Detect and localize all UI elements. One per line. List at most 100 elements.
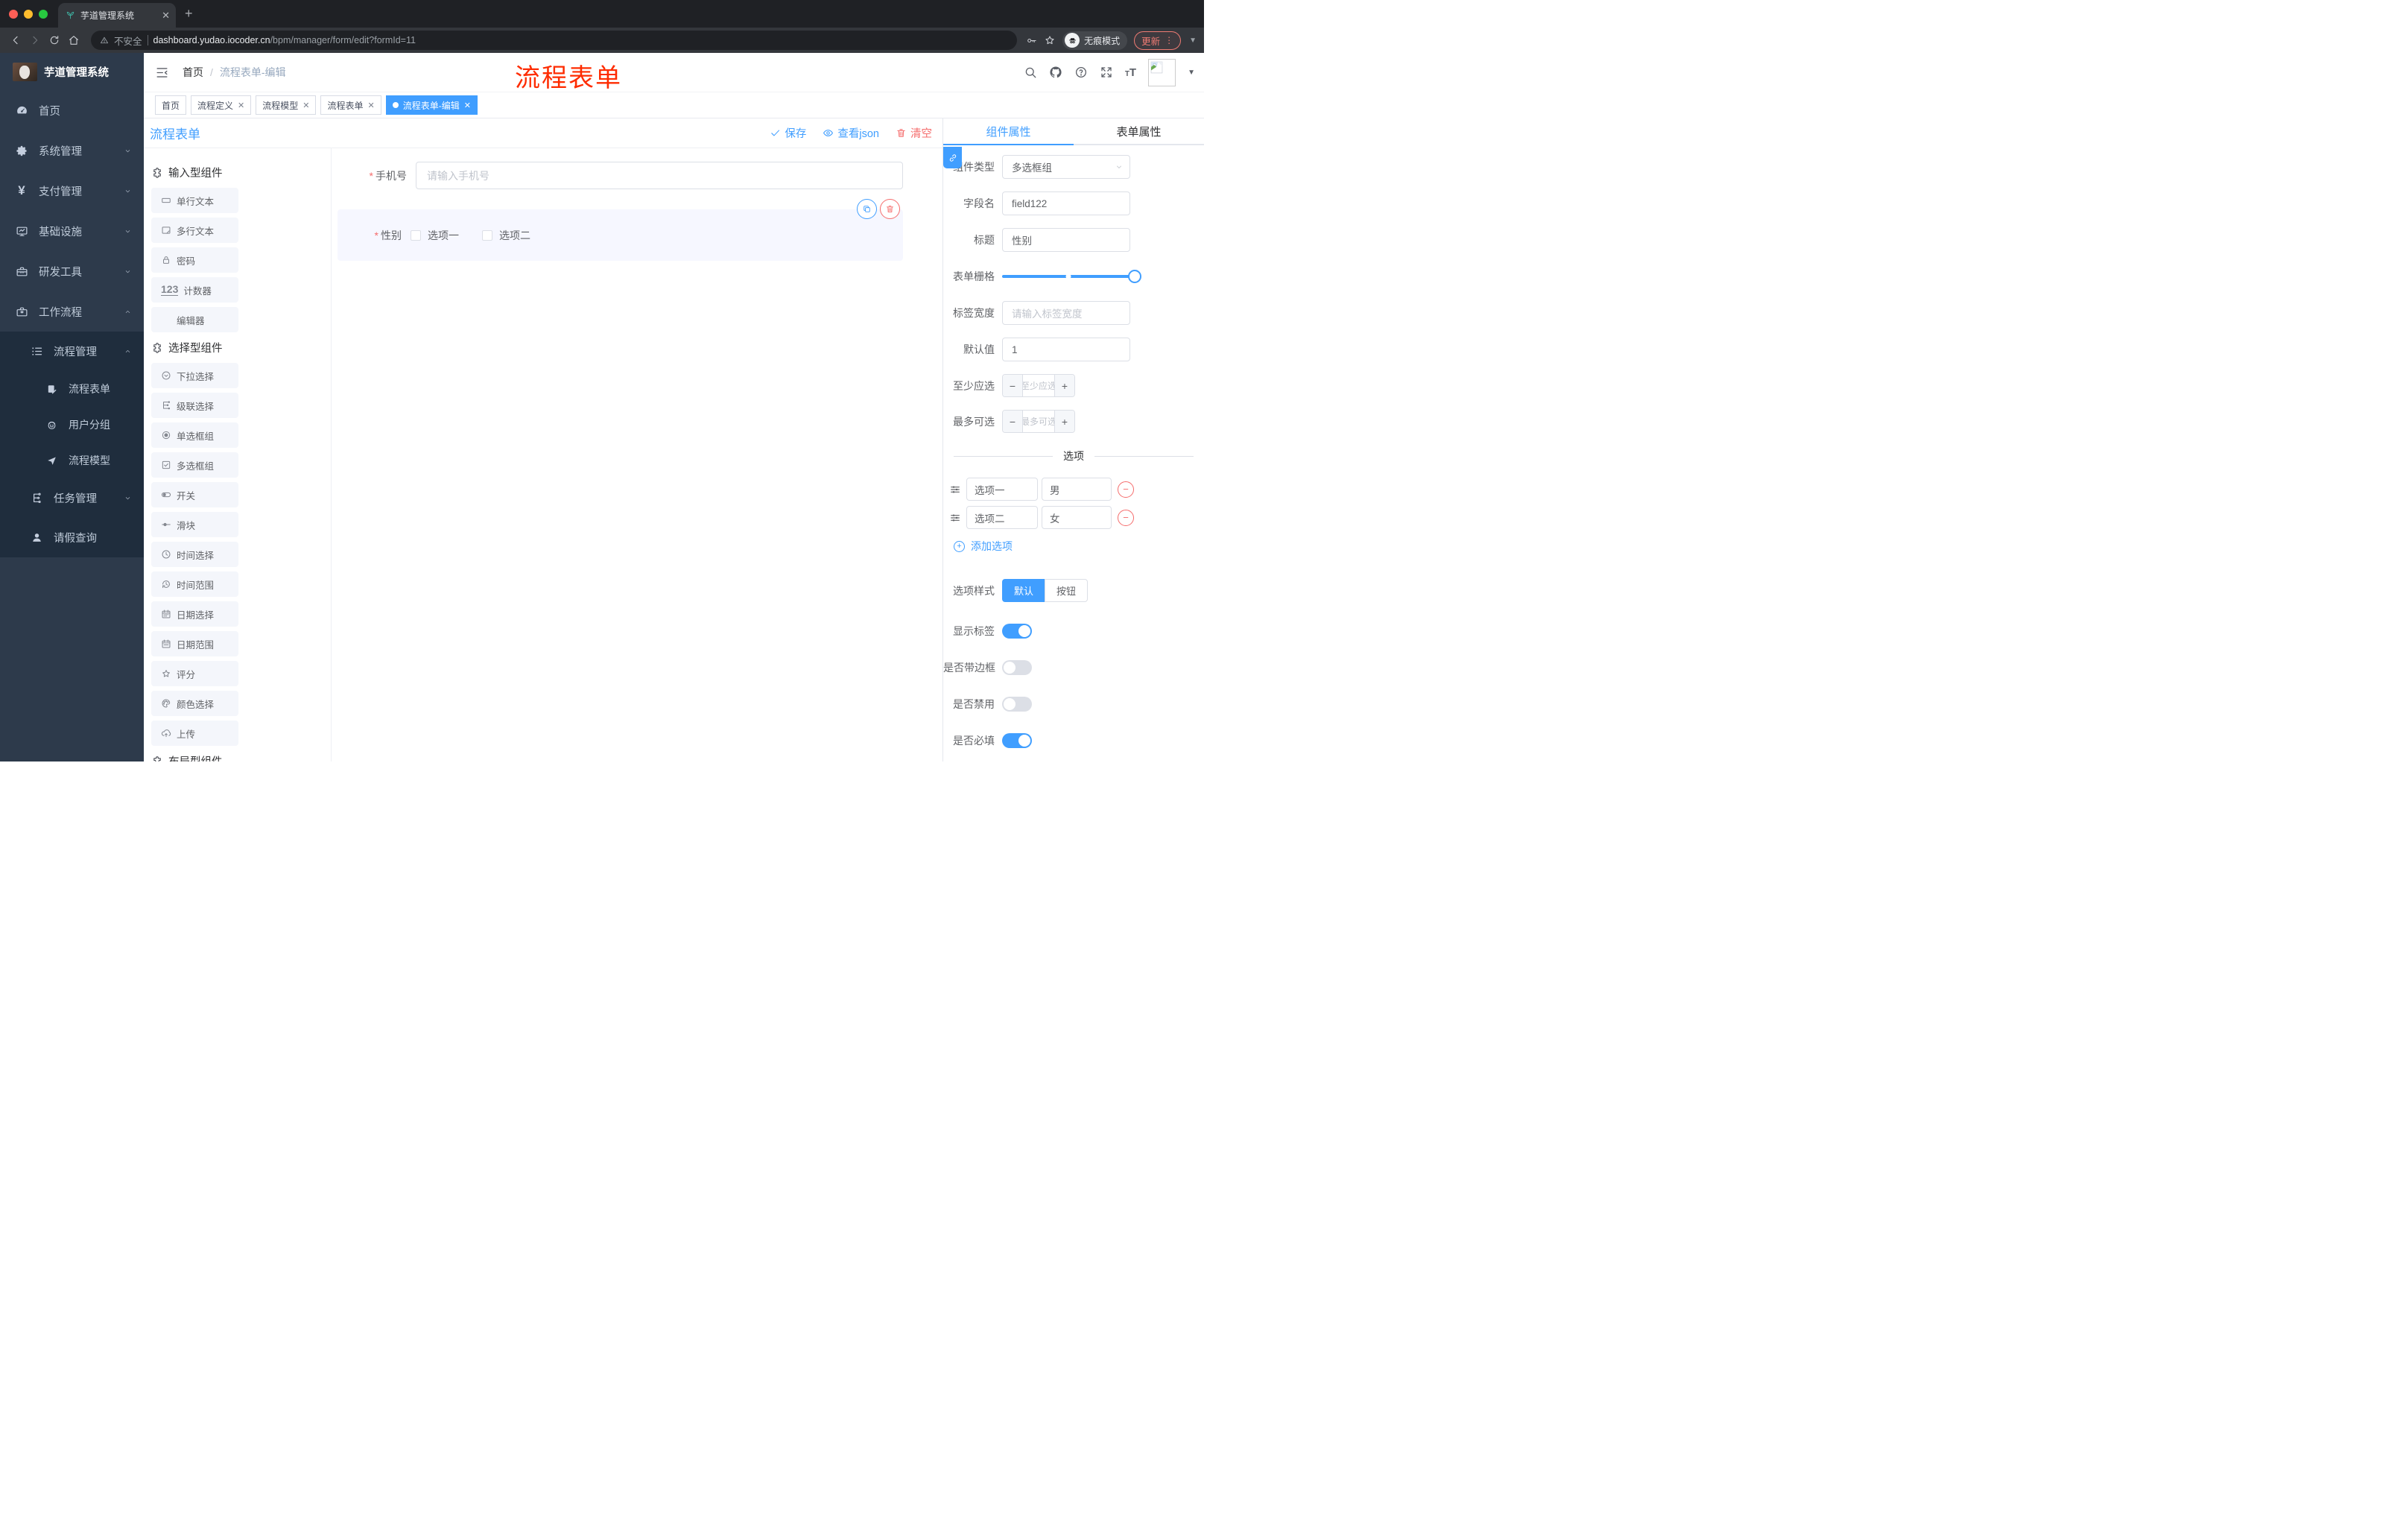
checkbox-box-icon[interactable] bbox=[482, 229, 492, 241]
chrome-caret-icon[interactable]: ▼ bbox=[1189, 37, 1197, 45]
new-tab-button[interactable]: + bbox=[185, 6, 193, 22]
stepper-minus-button[interactable]: − bbox=[1003, 411, 1023, 432]
tag-tab-流程定义[interactable]: 流程定义 ✕ bbox=[191, 95, 252, 115]
gender-checkbox-选项二[interactable]: 选项二 bbox=[482, 228, 530, 243]
drag-handle-icon[interactable] bbox=[948, 484, 963, 495]
address-bar[interactable]: 不安全 dashboard.yudao.iocoder.cn/bpm/manag… bbox=[91, 31, 1018, 50]
sidebar-item-支付管理[interactable]: ¥ 支付管理 bbox=[0, 171, 144, 211]
sidebar-item-工作流程[interactable]: 工作流程 bbox=[0, 291, 144, 332]
font-size-icon[interactable]: TT bbox=[1125, 66, 1136, 79]
tag-tab-首页[interactable]: 首页 bbox=[155, 95, 187, 115]
max-select-input[interactable]: 最多可选 bbox=[1023, 411, 1054, 432]
gender-checkbox-选项一[interactable]: 选项一 bbox=[411, 228, 459, 243]
tab-close-icon[interactable]: ✕ bbox=[162, 10, 170, 22]
component-type-select[interactable]: 多选框组 bbox=[1002, 155, 1130, 179]
avatar-caret-icon[interactable]: ▼ bbox=[1188, 69, 1195, 77]
palette-item-计数器[interactable]: 123 计数器 bbox=[151, 277, 238, 303]
palette-item-级联选择[interactable]: 级联选择 bbox=[151, 393, 238, 418]
search-icon[interactable] bbox=[1024, 66, 1037, 79]
palette-item-下拉选择[interactable]: 下拉选择 bbox=[151, 363, 238, 388]
palette-item-时间选择[interactable]: 时间选择 bbox=[151, 542, 238, 567]
save-button[interactable]: 保存 bbox=[770, 125, 806, 141]
props-tab-表单属性[interactable]: 表单属性 bbox=[1074, 118, 1204, 144]
palette-item-时间范围[interactable]: 时间范围 bbox=[151, 571, 238, 597]
minimize-window-button[interactable] bbox=[24, 10, 33, 19]
sidebar-item-首页[interactable]: 首页 bbox=[0, 90, 144, 130]
browser-tab[interactable]: 芋道管理系统 ✕ bbox=[58, 3, 176, 28]
option-style-按钮[interactable]: 按钮 bbox=[1045, 579, 1089, 602]
min-select-input[interactable]: 至少应选 bbox=[1023, 375, 1054, 396]
add-option-button[interactable]: + 添加选项 bbox=[954, 539, 1204, 554]
canvas-field-phone[interactable]: 手机号 请输入手机号 bbox=[338, 162, 903, 189]
palette-item-颜色选择[interactable]: 颜色选择 bbox=[151, 691, 238, 716]
slider-handle[interactable] bbox=[1128, 270, 1141, 283]
tag-tab-流程表单-编辑[interactable]: 流程表单-编辑 ✕ bbox=[385, 95, 478, 115]
palette-item-日期范围[interactable]: 日期范围 bbox=[151, 631, 238, 656]
sidebar-item-请假查询[interactable]: 请假查询 bbox=[0, 518, 144, 557]
checkbox-box-icon[interactable] bbox=[411, 229, 421, 241]
sidebar-item-流程模型[interactable]: 流程模型 bbox=[0, 443, 144, 478]
tag-tab-流程模型[interactable]: 流程模型 ✕ bbox=[256, 95, 317, 115]
tag-close-icon[interactable]: ✕ bbox=[464, 101, 471, 110]
form-grid-slider[interactable] bbox=[1002, 270, 1141, 283]
toggle-switch-是否必填[interactable] bbox=[1002, 733, 1032, 748]
remove-option-button[interactable]: − bbox=[1118, 509, 1134, 526]
help-icon[interactable] bbox=[1074, 66, 1088, 79]
option-value-input[interactable]: 女 bbox=[1042, 506, 1112, 529]
update-button[interactable]: 更新 ⋮ bbox=[1134, 31, 1182, 50]
default-value-input[interactable]: 1 bbox=[1002, 338, 1130, 361]
remove-option-button[interactable]: − bbox=[1118, 481, 1134, 498]
palette-item-多选框组[interactable]: 多选框组 bbox=[151, 452, 238, 478]
option-style-默认[interactable]: 默认 bbox=[1002, 579, 1045, 602]
option-value-input[interactable]: 男 bbox=[1042, 478, 1112, 501]
tag-close-icon[interactable]: ✕ bbox=[368, 101, 375, 110]
close-window-button[interactable] bbox=[9, 10, 18, 19]
props-tab-组件属性[interactable]: 组件属性 bbox=[943, 118, 1074, 145]
tag-tab-流程表单[interactable]: 流程表单 ✕ bbox=[320, 95, 381, 115]
title-input[interactable]: 性别 bbox=[1002, 228, 1130, 252]
option-label-input[interactable]: 选项一 bbox=[966, 478, 1038, 501]
password-key-icon[interactable] bbox=[1026, 35, 1037, 46]
field-name-input[interactable]: field122 bbox=[1002, 191, 1130, 215]
palette-item-编辑器[interactable]: 编辑器 bbox=[151, 307, 238, 332]
stepper-minus-button[interactable]: − bbox=[1003, 375, 1023, 396]
stepper-plus-button[interactable]: + bbox=[1054, 375, 1074, 396]
back-icon[interactable] bbox=[7, 32, 24, 48]
palette-item-滑块[interactable]: 滑块 bbox=[151, 512, 238, 537]
collapse-menu-icon[interactable] bbox=[155, 66, 169, 80]
reload-icon[interactable] bbox=[46, 32, 63, 48]
forward-icon[interactable] bbox=[27, 32, 43, 48]
home-icon[interactable] bbox=[66, 32, 82, 48]
delete-component-button[interactable] bbox=[880, 199, 900, 219]
palette-item-日期选择[interactable]: 日期选择 bbox=[151, 601, 238, 627]
palette-item-单行文本[interactable]: 单行文本 bbox=[151, 188, 238, 213]
sidebar-item-任务管理[interactable]: 任务管理 bbox=[0, 478, 144, 518]
clear-button[interactable]: 清空 bbox=[896, 125, 932, 141]
sidebar-item-研发工具[interactable]: 研发工具 bbox=[0, 251, 144, 291]
bookmark-star-icon[interactable] bbox=[1044, 34, 1056, 46]
fullscreen-icon[interactable] bbox=[1100, 66, 1113, 79]
drag-handle-icon[interactable] bbox=[948, 512, 963, 524]
breadcrumb-home[interactable]: 首页 bbox=[183, 65, 203, 80]
toggle-switch-是否带边框[interactable] bbox=[1002, 660, 1032, 675]
toggle-switch-显示标签[interactable] bbox=[1002, 624, 1032, 639]
view-json-button[interactable]: 查看json bbox=[823, 125, 879, 141]
tag-close-icon[interactable]: ✕ bbox=[302, 101, 309, 110]
palette-item-密码[interactable]: 密码 bbox=[151, 247, 238, 273]
maximize-window-button[interactable] bbox=[39, 10, 48, 19]
sidebar-item-基础设施[interactable]: 基础设施 bbox=[0, 211, 144, 251]
palette-item-多行文本[interactable]: 多行文本 bbox=[151, 218, 238, 243]
sidebar-item-流程管理[interactable]: 流程管理 bbox=[0, 332, 144, 371]
canvas-field-gender-selected[interactable]: 性别 选项一 选项二 bbox=[338, 199, 903, 261]
github-icon[interactable] bbox=[1049, 66, 1062, 79]
link-icon[interactable] bbox=[943, 147, 962, 168]
palette-item-单选框组[interactable]: 单选框组 bbox=[151, 422, 238, 448]
sidebar-item-用户分组[interactable]: 用户分组 bbox=[0, 407, 144, 443]
avatar[interactable] bbox=[1148, 58, 1176, 86]
palette-item-开关[interactable]: 开关 bbox=[151, 482, 238, 507]
tag-close-icon[interactable]: ✕ bbox=[238, 101, 244, 110]
stepper-plus-button[interactable]: + bbox=[1054, 411, 1074, 432]
toggle-switch-是否禁用[interactable] bbox=[1002, 697, 1032, 712]
option-label-input[interactable]: 选项二 bbox=[966, 506, 1038, 529]
palette-item-上传[interactable]: 上传 bbox=[151, 721, 238, 746]
